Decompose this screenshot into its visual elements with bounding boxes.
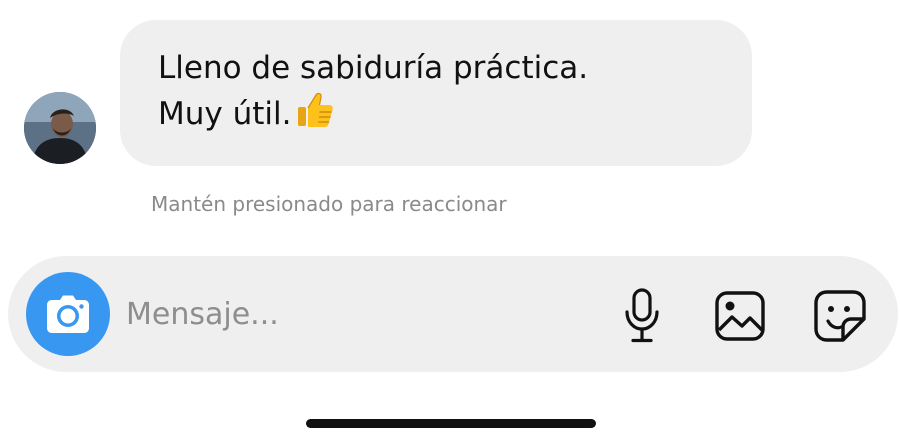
thumbs-up-emoji-icon [295, 90, 335, 142]
message-composer [8, 256, 898, 372]
microphone-button[interactable] [612, 286, 672, 346]
avatar-photo [24, 92, 96, 164]
message-line-2-text: Muy útil. [158, 96, 292, 132]
message-line-2: Muy útil. [158, 90, 714, 142]
camera-button[interactable] [26, 272, 110, 356]
sticker-icon [814, 290, 866, 342]
sticker-button[interactable] [810, 286, 870, 346]
gallery-button[interactable] [710, 286, 770, 346]
message-bubble[interactable]: Lleno de sabiduría práctica. Muy útil. [120, 20, 752, 166]
avatar[interactable] [24, 92, 96, 164]
microphone-icon [625, 288, 659, 343]
camera-icon [47, 295, 89, 333]
reaction-hint: Mantén presionado para reaccionar [151, 192, 507, 216]
message-input[interactable] [126, 290, 566, 338]
home-indicator[interactable] [306, 419, 596, 428]
gallery-icon [715, 291, 765, 341]
message-line-1: Lleno de sabiduría práctica. [158, 50, 589, 86]
